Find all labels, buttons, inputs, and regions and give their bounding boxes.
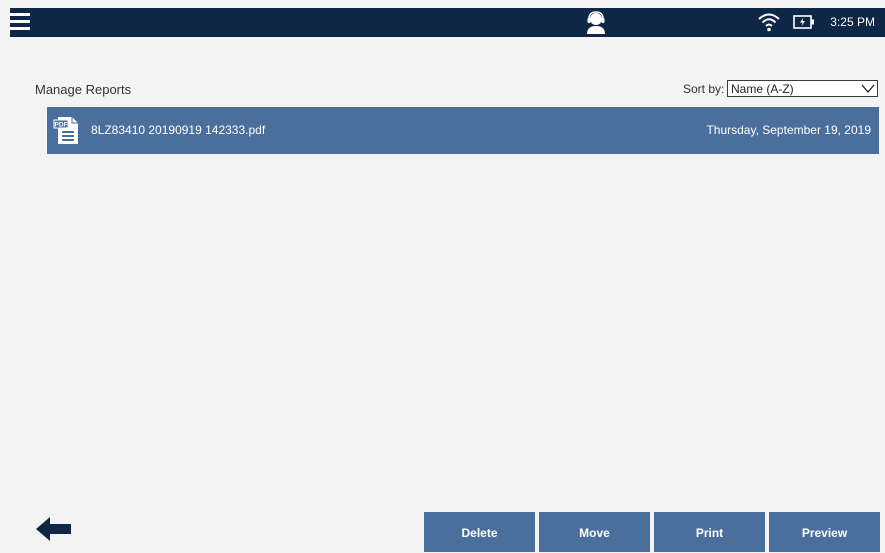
report-file-name: 8LZ83410 20190919 142333.pdf <box>91 123 266 137</box>
sort-selected-value: Name (A-Z) <box>731 82 794 96</box>
page-title: Manage Reports <box>35 82 132 97</box>
report-date: Thursday, September 19, 2019 <box>706 123 871 137</box>
support-agent-icon[interactable] <box>584 10 608 34</box>
sort-label: Sort by: <box>683 82 725 96</box>
top-status-bar: 3:25 PM <box>10 8 885 37</box>
menu-icon[interactable] <box>10 12 30 32</box>
back-arrow-icon[interactable] <box>36 516 72 542</box>
delete-button[interactable]: Delete <box>424 512 535 552</box>
pdf-icon-label: PDF <box>55 122 68 129</box>
battery-icon <box>793 15 814 29</box>
pdf-file-icon: PDF <box>53 117 78 144</box>
clock-time: 3:25 PM <box>830 15 875 29</box>
preview-button[interactable]: Preview <box>769 512 880 552</box>
chevron-down-icon <box>861 84 875 93</box>
wifi-icon <box>758 13 780 32</box>
move-button[interactable]: Move <box>539 512 650 552</box>
report-list-item[interactable]: PDF 8LZ83410 20190919 142333.pdf Thursda… <box>47 107 879 154</box>
print-button[interactable]: Print <box>654 512 765 552</box>
sort-dropdown[interactable]: Name (A-Z) <box>727 80 878 97</box>
